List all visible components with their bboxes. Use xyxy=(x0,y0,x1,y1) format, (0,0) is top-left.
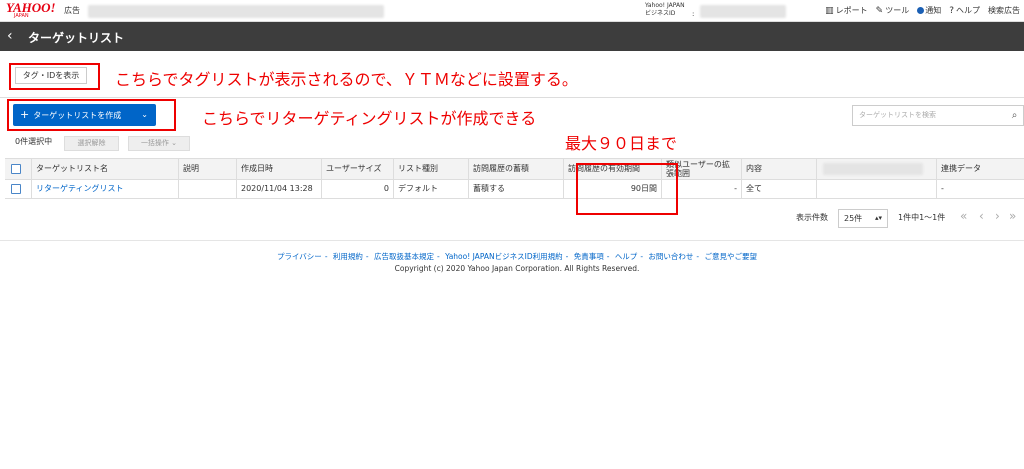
nav-tools-label: ツール xyxy=(885,6,910,15)
annotation-tag-note: こちらでタグリストが表示されるので、ＹＴＭなどに設置する。 xyxy=(115,70,578,89)
footer-separator: - xyxy=(640,252,644,261)
nav-report-label: レポート xyxy=(835,6,868,15)
chevron-down-icon: ⌄ xyxy=(171,139,178,147)
title-bar: ‹ ターゲットリスト xyxy=(0,22,1024,51)
footer-link-privacy[interactable]: プライバシー xyxy=(277,252,322,261)
bulk-action-button[interactable]: 一括操作 ⌄ xyxy=(128,136,190,151)
prev-page-icon[interactable]: ‹ xyxy=(979,209,984,223)
footer-link-contact[interactable]: お問い合わせ xyxy=(648,252,693,261)
header-linked[interactable]: 連携データ xyxy=(936,159,1024,179)
nav-help-label: ヘルプ xyxy=(956,6,980,15)
annotation-box-create xyxy=(7,99,176,131)
footer-link-terms[interactable]: 利用規約 xyxy=(333,252,363,261)
nav-report[interactable]: ▥ レポート xyxy=(825,5,868,16)
header-type[interactable]: リスト種別 xyxy=(393,159,468,179)
annotation-max-note: 最大９０日まで xyxy=(565,134,678,153)
target-list-search-input[interactable]: ターゲットリストを検索 xyxy=(852,105,1008,126)
bell-icon xyxy=(917,7,925,14)
row-created: 2020/11/04 13:28 xyxy=(236,180,321,198)
header-redacted xyxy=(816,159,936,179)
header-content[interactable]: 内容 xyxy=(741,159,816,179)
bizid-colon: : xyxy=(692,10,695,18)
header-nav: ▥ レポート ✎ ツール 通知 ? ヘルプ 検索広告 xyxy=(825,5,1020,16)
search-icon[interactable]: ⌕ xyxy=(1006,105,1024,126)
header-name[interactable]: ターゲットリスト名 xyxy=(31,159,178,179)
bizid-line1: Yahoo! JAPAN xyxy=(645,2,685,9)
nav-help[interactable]: ? ヘルプ xyxy=(949,5,980,16)
footer-separator: - xyxy=(606,252,610,261)
page-size-value: 25件 xyxy=(844,214,863,223)
footer-divider xyxy=(0,240,1024,241)
footer-links: プライバシー - 利用規約 - 広告取扱基本規定 - Yahoo! JAPANビジネス… xyxy=(0,251,1024,262)
row-name-link[interactable]: リターゲティングリスト xyxy=(31,180,178,198)
help-circle-icon: ? xyxy=(949,6,954,16)
row-type: デフォルト xyxy=(393,180,468,198)
table-row: リターゲティングリスト 2020/11/04 13:28 0 デフォルト 蓄積す… xyxy=(5,180,1024,199)
footer-link-feedback[interactable]: ご意見やご要望 xyxy=(705,252,758,261)
top-bar: YAHOO! JAPAN 広告 Yahoo! JAPAN ビジネスID : ▥ レ… xyxy=(0,0,1024,22)
annotation-box-period xyxy=(576,163,678,215)
last-page-icon[interactable]: » xyxy=(1009,209,1016,223)
nav-notice-label: 通知 xyxy=(925,6,942,15)
footer-link-disclaimer[interactable]: 免責事項 xyxy=(574,252,604,261)
bizid-line2: ビジネスID xyxy=(645,10,676,17)
bulk-action-label: 一括操作 xyxy=(140,139,169,147)
row-checkbox[interactable] xyxy=(11,184,21,194)
annotation-box-tag xyxy=(9,63,100,90)
page-size-select[interactable]: 25件 ▴▾ xyxy=(838,209,888,228)
updown-icon: ▴▾ xyxy=(874,214,882,222)
header-created[interactable]: 作成日時 xyxy=(236,159,321,179)
page-range: 1件中1～1件 xyxy=(898,213,946,222)
logo-ext-label: 広告 xyxy=(64,6,80,15)
annotation-create-note: こちらでリターゲティングリストが作成できる xyxy=(202,109,537,128)
nav-notice[interactable]: 通知 xyxy=(917,5,941,16)
row-size: 0 xyxy=(321,180,393,198)
redacted-account-name xyxy=(88,5,384,18)
nav-search-ads-label: 検索広告 xyxy=(988,6,1020,15)
copyright: Copyright (c) 2020 Yahoo Japan Corporati… xyxy=(394,264,640,273)
next-page-icon[interactable]: › xyxy=(995,209,1000,223)
selected-count: 0件選択中 xyxy=(15,137,53,146)
back-chevron-icon[interactable]: ‹ xyxy=(7,28,13,44)
row-redacted xyxy=(816,180,936,198)
nav-tools[interactable]: ✎ ツール xyxy=(876,5,910,16)
page-title: ターゲットリスト xyxy=(28,31,125,45)
first-page-icon[interactable]: « xyxy=(960,209,967,223)
row-accumulate: 蓄積する xyxy=(468,180,563,198)
redacted-business-id xyxy=(700,5,786,18)
table-header: ターゲットリスト名 説明 作成日時 ユーザーサイズ リスト種別 訪問履歴の蓄積 … xyxy=(5,158,1024,180)
header-checkbox-cell xyxy=(5,159,31,179)
bar-chart-icon: ▥ xyxy=(825,6,834,16)
footer-link-bizid-terms[interactable]: Yahoo! JAPANビジネスID利用規約 xyxy=(445,252,562,261)
divider xyxy=(0,97,1024,98)
yahoo-logo-sub: JAPAN xyxy=(14,13,29,19)
footer-separator: - xyxy=(437,252,440,261)
header-description[interactable]: 説明 xyxy=(178,159,236,179)
redacted-header xyxy=(823,163,923,175)
select-all-checkbox[interactable] xyxy=(11,164,21,174)
footer-link-help[interactable]: ヘルプ xyxy=(615,252,638,261)
footer-separator: - xyxy=(365,252,369,261)
page-size-label: 表示件数 xyxy=(796,213,828,222)
header-accumulate[interactable]: 訪問履歴の蓄積 xyxy=(468,159,563,179)
row-description xyxy=(178,180,236,198)
wrench-icon: ✎ xyxy=(875,6,884,16)
row-linked: - xyxy=(936,180,1024,198)
nav-search-ads[interactable]: 検索広告 xyxy=(988,5,1020,16)
deselect-button[interactable]: 選択解除 xyxy=(64,136,119,151)
header-size[interactable]: ユーザーサイズ xyxy=(321,159,393,179)
footer-separator: - xyxy=(696,252,700,261)
row-content: 全て xyxy=(741,180,816,198)
footer-link-ad-policy[interactable]: 広告取扱基本規定 xyxy=(374,252,434,261)
row-checkbox-cell xyxy=(5,180,31,198)
footer-separator: - xyxy=(565,252,569,261)
footer-separator: - xyxy=(324,252,328,261)
business-id-label: Yahoo! JAPAN ビジネスID xyxy=(645,2,685,18)
